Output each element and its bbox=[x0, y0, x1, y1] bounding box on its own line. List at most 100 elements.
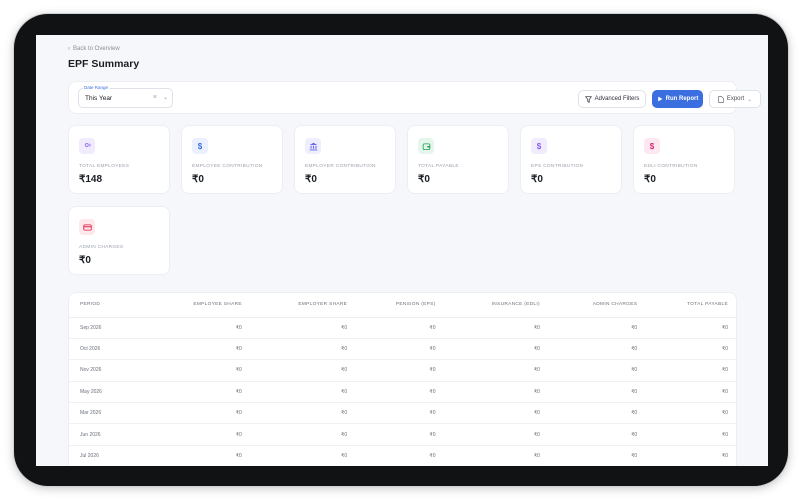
amount-cell: ₹0 bbox=[547, 338, 646, 361]
stat-card-value: ₹148 bbox=[79, 174, 103, 185]
amount-cell: ₹0 bbox=[443, 402, 548, 425]
back-link-label: Back to Overview bbox=[73, 46, 120, 52]
run-report-button[interactable]: Run Report bbox=[652, 90, 703, 108]
page-title: EPF Summary bbox=[68, 58, 140, 70]
stat-card: $ EMPLOYEE CONTRIBUTION ₹0 bbox=[181, 125, 283, 194]
column-header[interactable]: PENSION (EPS) bbox=[355, 293, 444, 318]
column-header[interactable]: EMPLOYEE SHARE bbox=[145, 293, 250, 318]
amount-cell: ₹0 bbox=[547, 317, 646, 339]
stat-card-label: EDLI CONTRIBUTION bbox=[644, 164, 698, 169]
back-link[interactable]: ‹ Back to Overview bbox=[68, 46, 120, 52]
stat-card: $ EDLI CONTRIBUTION ₹0 bbox=[633, 125, 735, 194]
date-range-select[interactable]: Date Range This Year × ⌄ bbox=[78, 85, 173, 108]
table-row[interactable]: May 2026 ₹0 ₹0 ₹0 ₹0 ₹0 ₹0 bbox=[69, 381, 736, 404]
bank-icon bbox=[305, 138, 321, 154]
amount-cell: ₹0 bbox=[355, 359, 444, 382]
dollar-icon: $ bbox=[644, 138, 660, 154]
column-header[interactable]: EMPLOYER SHARE bbox=[249, 293, 356, 318]
clear-icon[interactable]: × bbox=[153, 94, 157, 101]
amount-cell: ₹0 bbox=[355, 381, 444, 404]
amount-cell: ₹0 bbox=[355, 338, 444, 361]
table-row[interactable]: Jul 2026 ₹0 ₹0 ₹0 ₹0 ₹0 ₹0 bbox=[69, 445, 736, 466]
table-row[interactable]: Mar 2026 ₹0 ₹0 ₹0 ₹0 ₹0 ₹0 bbox=[69, 402, 736, 425]
filter-bar: Date Range This Year × ⌄ Advanced Filter… bbox=[68, 81, 761, 114]
amount-cell: ₹0 bbox=[145, 317, 250, 339]
date-range-label: Date Range bbox=[83, 85, 110, 90]
table-row[interactable]: Jun 2026 ₹0 ₹0 ₹0 ₹0 ₹0 ₹0 bbox=[69, 423, 736, 446]
period-cell: May 2026 bbox=[69, 381, 146, 404]
period-cell: Mar 2026 bbox=[69, 402, 146, 425]
amount-cell: ₹0 bbox=[249, 445, 356, 466]
wallet-icon bbox=[418, 138, 434, 154]
amount-cell: ₹0 bbox=[249, 402, 356, 425]
amount-cell: ₹0 bbox=[645, 402, 736, 425]
column-header[interactable]: PERIOD bbox=[69, 293, 146, 318]
amount-cell: ₹0 bbox=[249, 317, 356, 339]
card-icon bbox=[79, 219, 95, 235]
stat-card: TOTAL EMPLOYEES ₹148 bbox=[68, 125, 170, 194]
play-icon bbox=[657, 96, 663, 102]
amount-cell: ₹0 bbox=[645, 359, 736, 382]
amount-cell: ₹0 bbox=[355, 445, 444, 466]
amount-cell: ₹0 bbox=[547, 359, 646, 382]
stat-card-value: ₹0 bbox=[531, 174, 543, 185]
column-header[interactable]: TOTAL PAYABLE bbox=[645, 293, 736, 318]
chevron-down-icon: ⌄ bbox=[162, 95, 168, 101]
table-header-row: PERIOD EMPLOYEE SHARE EMPLOYER SHARE PENSIO… bbox=[69, 293, 736, 318]
amount-cell: ₹0 bbox=[443, 423, 548, 446]
amount-cell: ₹0 bbox=[645, 338, 736, 361]
table-body: Sep 2026 ₹0 ₹0 ₹0 ₹0 ₹0 ₹0 Oct 2026 ₹0 ₹0 ₹0 ₹0 ₹0 ₹0… bbox=[69, 317, 736, 466]
stat-card-label: ADMIN CHARGES bbox=[79, 245, 124, 250]
advanced-filters-button[interactable]: Advanced Filters bbox=[578, 90, 646, 108]
period-cell: Jul 2026 bbox=[69, 445, 146, 466]
amount-cell: ₹0 bbox=[645, 381, 736, 404]
date-range-value: This Year bbox=[85, 95, 113, 102]
amount-cell: ₹0 bbox=[249, 338, 356, 361]
stat-card-value: ₹0 bbox=[192, 174, 204, 185]
chevron-left-icon: ‹ bbox=[68, 46, 70, 52]
period-cell: Oct 2026 bbox=[69, 338, 146, 361]
dollar-icon: $ bbox=[192, 138, 208, 154]
period-cell: Jun 2026 bbox=[69, 423, 146, 446]
users-icon bbox=[79, 138, 95, 154]
amount-cell: ₹0 bbox=[249, 381, 356, 404]
amount-cell: ₹0 bbox=[355, 402, 444, 425]
chevron-down-icon: ⌄ bbox=[747, 96, 753, 103]
column-header[interactable]: ADMIN CHARGES bbox=[547, 293, 646, 318]
stat-card: TOTAL PAYABLE ₹0 bbox=[407, 125, 509, 194]
amount-cell: ₹0 bbox=[443, 338, 548, 361]
amount-cell: ₹0 bbox=[645, 317, 736, 339]
period-cell: Sep 2026 bbox=[69, 317, 146, 339]
table-row[interactable]: Oct 2026 ₹0 ₹0 ₹0 ₹0 ₹0 ₹0 bbox=[69, 338, 736, 361]
export-button[interactable]: Export ⌄ bbox=[709, 90, 761, 108]
amount-cell: ₹0 bbox=[145, 445, 250, 466]
stat-card: $ EPS CONTRIBUTION ₹0 bbox=[520, 125, 622, 194]
stat-card-value: ₹0 bbox=[305, 174, 317, 185]
stat-card-label: TOTAL EMPLOYEES bbox=[79, 164, 130, 169]
amount-cell: ₹0 bbox=[145, 338, 250, 361]
amount-cell: ₹0 bbox=[547, 423, 646, 446]
dollar-icon: $ bbox=[531, 138, 547, 154]
stat-card-value: ₹0 bbox=[79, 255, 91, 266]
table-row[interactable]: Sep 2026 ₹0 ₹0 ₹0 ₹0 ₹0 ₹0 bbox=[69, 317, 736, 339]
amount-cell: ₹0 bbox=[145, 402, 250, 425]
amount-cell: ₹0 bbox=[547, 402, 646, 425]
amount-cell: ₹0 bbox=[645, 423, 736, 446]
advanced-filters-label: Advanced Filters bbox=[594, 96, 640, 102]
amount-cell: ₹0 bbox=[249, 359, 356, 382]
amount-cell: ₹0 bbox=[547, 445, 646, 466]
app-screen: ‹ Back to Overview EPF Summary Date Range… bbox=[36, 35, 768, 466]
column-header[interactable]: INSURANCE (EDLI) bbox=[443, 293, 548, 318]
amount-cell: ₹0 bbox=[443, 445, 548, 466]
stat-card-value: ₹0 bbox=[644, 174, 656, 185]
filter-icon bbox=[584, 95, 592, 103]
amount-cell: ₹0 bbox=[355, 317, 444, 339]
amount-cell: ₹0 bbox=[249, 423, 356, 446]
run-report-label: Run Report bbox=[665, 96, 699, 102]
export-label: Export bbox=[726, 96, 745, 102]
stat-card-label: TOTAL PAYABLE bbox=[418, 164, 459, 169]
stat-card: ADMIN CHARGES ₹0 bbox=[68, 206, 170, 275]
epf-table: PERIOD EMPLOYEE SHARE EMPLOYER SHARE PENSIO… bbox=[68, 292, 737, 466]
table-row[interactable]: Nov 2026 ₹0 ₹0 ₹0 ₹0 ₹0 ₹0 bbox=[69, 359, 736, 382]
amount-cell: ₹0 bbox=[145, 381, 250, 404]
